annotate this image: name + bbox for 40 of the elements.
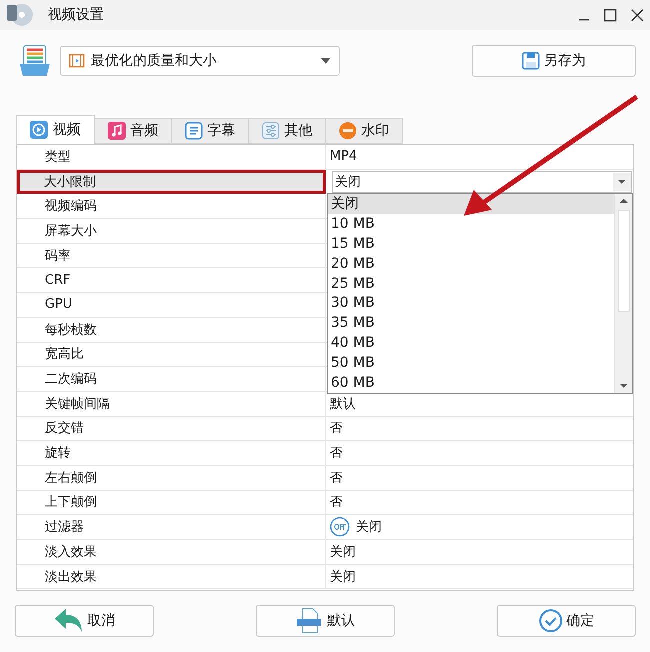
- badge-icon: [338, 122, 356, 140]
- property-value: 关闭: [356, 519, 382, 536]
- property-value: 关闭: [330, 568, 356, 586]
- maximize-icon[interactable]: [604, 8, 617, 22]
- close-icon[interactable]: [631, 8, 644, 22]
- film-icon: [69, 53, 85, 69]
- back-arrow-icon: [54, 608, 84, 634]
- property-value: 否: [330, 470, 343, 487]
- default-button[interactable]: 默认: [256, 605, 395, 637]
- off-toggle-icon[interactable]: [330, 517, 350, 538]
- property-value: 关闭: [330, 544, 356, 561]
- window-title: 视频设置: [48, 6, 105, 24]
- music-icon: [108, 122, 126, 140]
- tab[interactable]: 音频: [94, 118, 172, 144]
- property-value: MP4: [330, 149, 358, 164]
- preset-dropdown[interactable]: 最优化的质量和大小: [60, 46, 340, 76]
- property-value: 否: [330, 494, 343, 512]
- sliders-icon: [262, 122, 280, 140]
- profile-list-icon[interactable]: [18, 44, 52, 78]
- app-icon: [6, 2, 34, 28]
- cancel-button[interactable]: 取消: [15, 605, 154, 637]
- property-value: 否: [330, 420, 343, 438]
- property-value: 默认: [330, 396, 356, 413]
- tab[interactable]: 字幕: [171, 118, 249, 144]
- dropdown-option[interactable]: 关闭: [328, 194, 614, 214]
- save-as-button[interactable]: 另存为: [472, 45, 636, 77]
- tab[interactable]: 视频: [16, 115, 95, 144]
- scrollbar[interactable]: [614, 194, 632, 393]
- caret-icon: [613, 172, 631, 191]
- play-icon: [30, 121, 48, 139]
- property-label[interactable]: 大小限制: [17, 170, 326, 194]
- document-icon: [296, 608, 324, 634]
- list-icon: [184, 122, 202, 140]
- check-circle-icon: [538, 609, 562, 633]
- tab[interactable]: 水印: [325, 118, 403, 144]
- ok-button[interactable]: 确定: [497, 605, 636, 637]
- tab[interactable]: 其他: [248, 118, 326, 144]
- size-limit-dropdown[interactable]: 关闭: [332, 170, 632, 193]
- caret-icon: [321, 58, 331, 64]
- property-value: 否: [330, 445, 343, 462]
